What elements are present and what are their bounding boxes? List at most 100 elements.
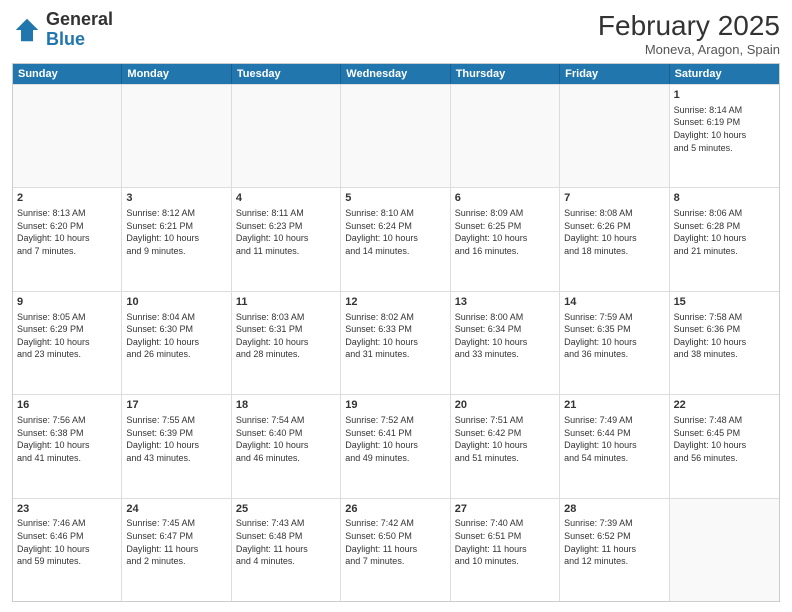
day-info: Sunrise: 8:08 AM Sunset: 6:26 PM Dayligh… — [564, 207, 664, 257]
day-cell-10: 10Sunrise: 8:04 AM Sunset: 6:30 PM Dayli… — [122, 292, 231, 394]
empty-cell — [13, 85, 122, 187]
logo: General Blue — [12, 10, 113, 50]
day-info: Sunrise: 7:43 AM Sunset: 6:48 PM Dayligh… — [236, 517, 336, 567]
day-number: 22 — [674, 398, 775, 413]
day-cell-5: 5Sunrise: 8:10 AM Sunset: 6:24 PM Daylig… — [341, 188, 450, 290]
weekday-header-monday: Monday — [122, 64, 231, 84]
day-info: Sunrise: 8:02 AM Sunset: 6:33 PM Dayligh… — [345, 311, 445, 361]
day-cell-7: 7Sunrise: 8:08 AM Sunset: 6:26 PM Daylig… — [560, 188, 669, 290]
day-number: 15 — [674, 295, 775, 310]
logo-general-text: General — [46, 9, 113, 29]
day-cell-4: 4Sunrise: 8:11 AM Sunset: 6:23 PM Daylig… — [232, 188, 341, 290]
day-info: Sunrise: 7:52 AM Sunset: 6:41 PM Dayligh… — [345, 414, 445, 464]
day-info: Sunrise: 8:06 AM Sunset: 6:28 PM Dayligh… — [674, 207, 775, 257]
day-number: 18 — [236, 398, 336, 413]
day-info: Sunrise: 7:46 AM Sunset: 6:46 PM Dayligh… — [17, 517, 117, 567]
weekday-header-sunday: Sunday — [13, 64, 122, 84]
day-cell-8: 8Sunrise: 8:06 AM Sunset: 6:28 PM Daylig… — [670, 188, 779, 290]
title-block: February 2025 Moneva, Aragon, Spain — [598, 10, 780, 57]
page: General Blue February 2025 Moneva, Arago… — [0, 0, 792, 612]
day-info: Sunrise: 7:51 AM Sunset: 6:42 PM Dayligh… — [455, 414, 555, 464]
day-number: 1 — [674, 88, 775, 103]
day-cell-12: 12Sunrise: 8:02 AM Sunset: 6:33 PM Dayli… — [341, 292, 450, 394]
day-cell-3: 3Sunrise: 8:12 AM Sunset: 6:21 PM Daylig… — [122, 188, 231, 290]
day-info: Sunrise: 8:14 AM Sunset: 6:19 PM Dayligh… — [674, 104, 775, 154]
day-number: 5 — [345, 191, 445, 206]
calendar-row-0: 1Sunrise: 8:14 AM Sunset: 6:19 PM Daylig… — [13, 84, 779, 187]
day-number: 28 — [564, 502, 664, 517]
day-cell-6: 6Sunrise: 8:09 AM Sunset: 6:25 PM Daylig… — [451, 188, 560, 290]
day-number: 4 — [236, 191, 336, 206]
day-number: 13 — [455, 295, 555, 310]
day-number: 7 — [564, 191, 664, 206]
calendar-header: SundayMondayTuesdayWednesdayThursdayFrid… — [13, 64, 779, 84]
day-info: Sunrise: 7:58 AM Sunset: 6:36 PM Dayligh… — [674, 311, 775, 361]
day-cell-9: 9Sunrise: 8:05 AM Sunset: 6:29 PM Daylig… — [13, 292, 122, 394]
calendar: SundayMondayTuesdayWednesdayThursdayFrid… — [12, 63, 780, 602]
day-number: 9 — [17, 295, 117, 310]
day-cell-13: 13Sunrise: 8:00 AM Sunset: 6:34 PM Dayli… — [451, 292, 560, 394]
day-info: Sunrise: 8:11 AM Sunset: 6:23 PM Dayligh… — [236, 207, 336, 257]
day-number: 19 — [345, 398, 445, 413]
day-info: Sunrise: 8:13 AM Sunset: 6:20 PM Dayligh… — [17, 207, 117, 257]
day-number: 16 — [17, 398, 117, 413]
day-info: Sunrise: 7:49 AM Sunset: 6:44 PM Dayligh… — [564, 414, 664, 464]
day-cell-27: 27Sunrise: 7:40 AM Sunset: 6:51 PM Dayli… — [451, 499, 560, 601]
day-number: 24 — [126, 502, 226, 517]
day-number: 2 — [17, 191, 117, 206]
day-info: Sunrise: 7:39 AM Sunset: 6:52 PM Dayligh… — [564, 517, 664, 567]
weekday-header-friday: Friday — [560, 64, 669, 84]
logo-blue-text: Blue — [46, 29, 85, 49]
day-cell-28: 28Sunrise: 7:39 AM Sunset: 6:52 PM Dayli… — [560, 499, 669, 601]
day-info: Sunrise: 7:59 AM Sunset: 6:35 PM Dayligh… — [564, 311, 664, 361]
day-cell-22: 22Sunrise: 7:48 AM Sunset: 6:45 PM Dayli… — [670, 395, 779, 497]
day-info: Sunrise: 7:45 AM Sunset: 6:47 PM Dayligh… — [126, 517, 226, 567]
day-cell-16: 16Sunrise: 7:56 AM Sunset: 6:38 PM Dayli… — [13, 395, 122, 497]
day-info: Sunrise: 7:40 AM Sunset: 6:51 PM Dayligh… — [455, 517, 555, 567]
day-info: Sunrise: 7:56 AM Sunset: 6:38 PM Dayligh… — [17, 414, 117, 464]
day-info: Sunrise: 8:03 AM Sunset: 6:31 PM Dayligh… — [236, 311, 336, 361]
day-number: 23 — [17, 502, 117, 517]
day-cell-15: 15Sunrise: 7:58 AM Sunset: 6:36 PM Dayli… — [670, 292, 779, 394]
day-number: 12 — [345, 295, 445, 310]
month-title: February 2025 — [598, 10, 780, 42]
subtitle: Moneva, Aragon, Spain — [598, 42, 780, 57]
empty-cell — [670, 499, 779, 601]
weekday-header-saturday: Saturday — [670, 64, 779, 84]
day-cell-18: 18Sunrise: 7:54 AM Sunset: 6:40 PM Dayli… — [232, 395, 341, 497]
weekday-header-tuesday: Tuesday — [232, 64, 341, 84]
empty-cell — [122, 85, 231, 187]
day-info: Sunrise: 8:12 AM Sunset: 6:21 PM Dayligh… — [126, 207, 226, 257]
day-cell-20: 20Sunrise: 7:51 AM Sunset: 6:42 PM Dayli… — [451, 395, 560, 497]
logo-text: General Blue — [46, 10, 113, 50]
day-number: 17 — [126, 398, 226, 413]
empty-cell — [560, 85, 669, 187]
header: General Blue February 2025 Moneva, Arago… — [12, 10, 780, 57]
day-info: Sunrise: 8:00 AM Sunset: 6:34 PM Dayligh… — [455, 311, 555, 361]
day-info: Sunrise: 7:54 AM Sunset: 6:40 PM Dayligh… — [236, 414, 336, 464]
day-cell-17: 17Sunrise: 7:55 AM Sunset: 6:39 PM Dayli… — [122, 395, 231, 497]
day-number: 27 — [455, 502, 555, 517]
weekday-header-thursday: Thursday — [451, 64, 560, 84]
empty-cell — [341, 85, 450, 187]
calendar-body: 1Sunrise: 8:14 AM Sunset: 6:19 PM Daylig… — [13, 84, 779, 601]
day-number: 26 — [345, 502, 445, 517]
day-number: 20 — [455, 398, 555, 413]
day-cell-19: 19Sunrise: 7:52 AM Sunset: 6:41 PM Dayli… — [341, 395, 450, 497]
day-cell-2: 2Sunrise: 8:13 AM Sunset: 6:20 PM Daylig… — [13, 188, 122, 290]
day-number: 3 — [126, 191, 226, 206]
day-info: Sunrise: 8:04 AM Sunset: 6:30 PM Dayligh… — [126, 311, 226, 361]
day-info: Sunrise: 7:55 AM Sunset: 6:39 PM Dayligh… — [126, 414, 226, 464]
day-cell-24: 24Sunrise: 7:45 AM Sunset: 6:47 PM Dayli… — [122, 499, 231, 601]
day-info: Sunrise: 8:05 AM Sunset: 6:29 PM Dayligh… — [17, 311, 117, 361]
day-cell-26: 26Sunrise: 7:42 AM Sunset: 6:50 PM Dayli… — [341, 499, 450, 601]
day-cell-23: 23Sunrise: 7:46 AM Sunset: 6:46 PM Dayli… — [13, 499, 122, 601]
day-info: Sunrise: 8:10 AM Sunset: 6:24 PM Dayligh… — [345, 207, 445, 257]
day-cell-14: 14Sunrise: 7:59 AM Sunset: 6:35 PM Dayli… — [560, 292, 669, 394]
day-cell-25: 25Sunrise: 7:43 AM Sunset: 6:48 PM Dayli… — [232, 499, 341, 601]
day-info: Sunrise: 7:48 AM Sunset: 6:45 PM Dayligh… — [674, 414, 775, 464]
day-number: 10 — [126, 295, 226, 310]
day-cell-1: 1Sunrise: 8:14 AM Sunset: 6:19 PM Daylig… — [670, 85, 779, 187]
day-info: Sunrise: 7:42 AM Sunset: 6:50 PM Dayligh… — [345, 517, 445, 567]
calendar-row-1: 2Sunrise: 8:13 AM Sunset: 6:20 PM Daylig… — [13, 187, 779, 290]
